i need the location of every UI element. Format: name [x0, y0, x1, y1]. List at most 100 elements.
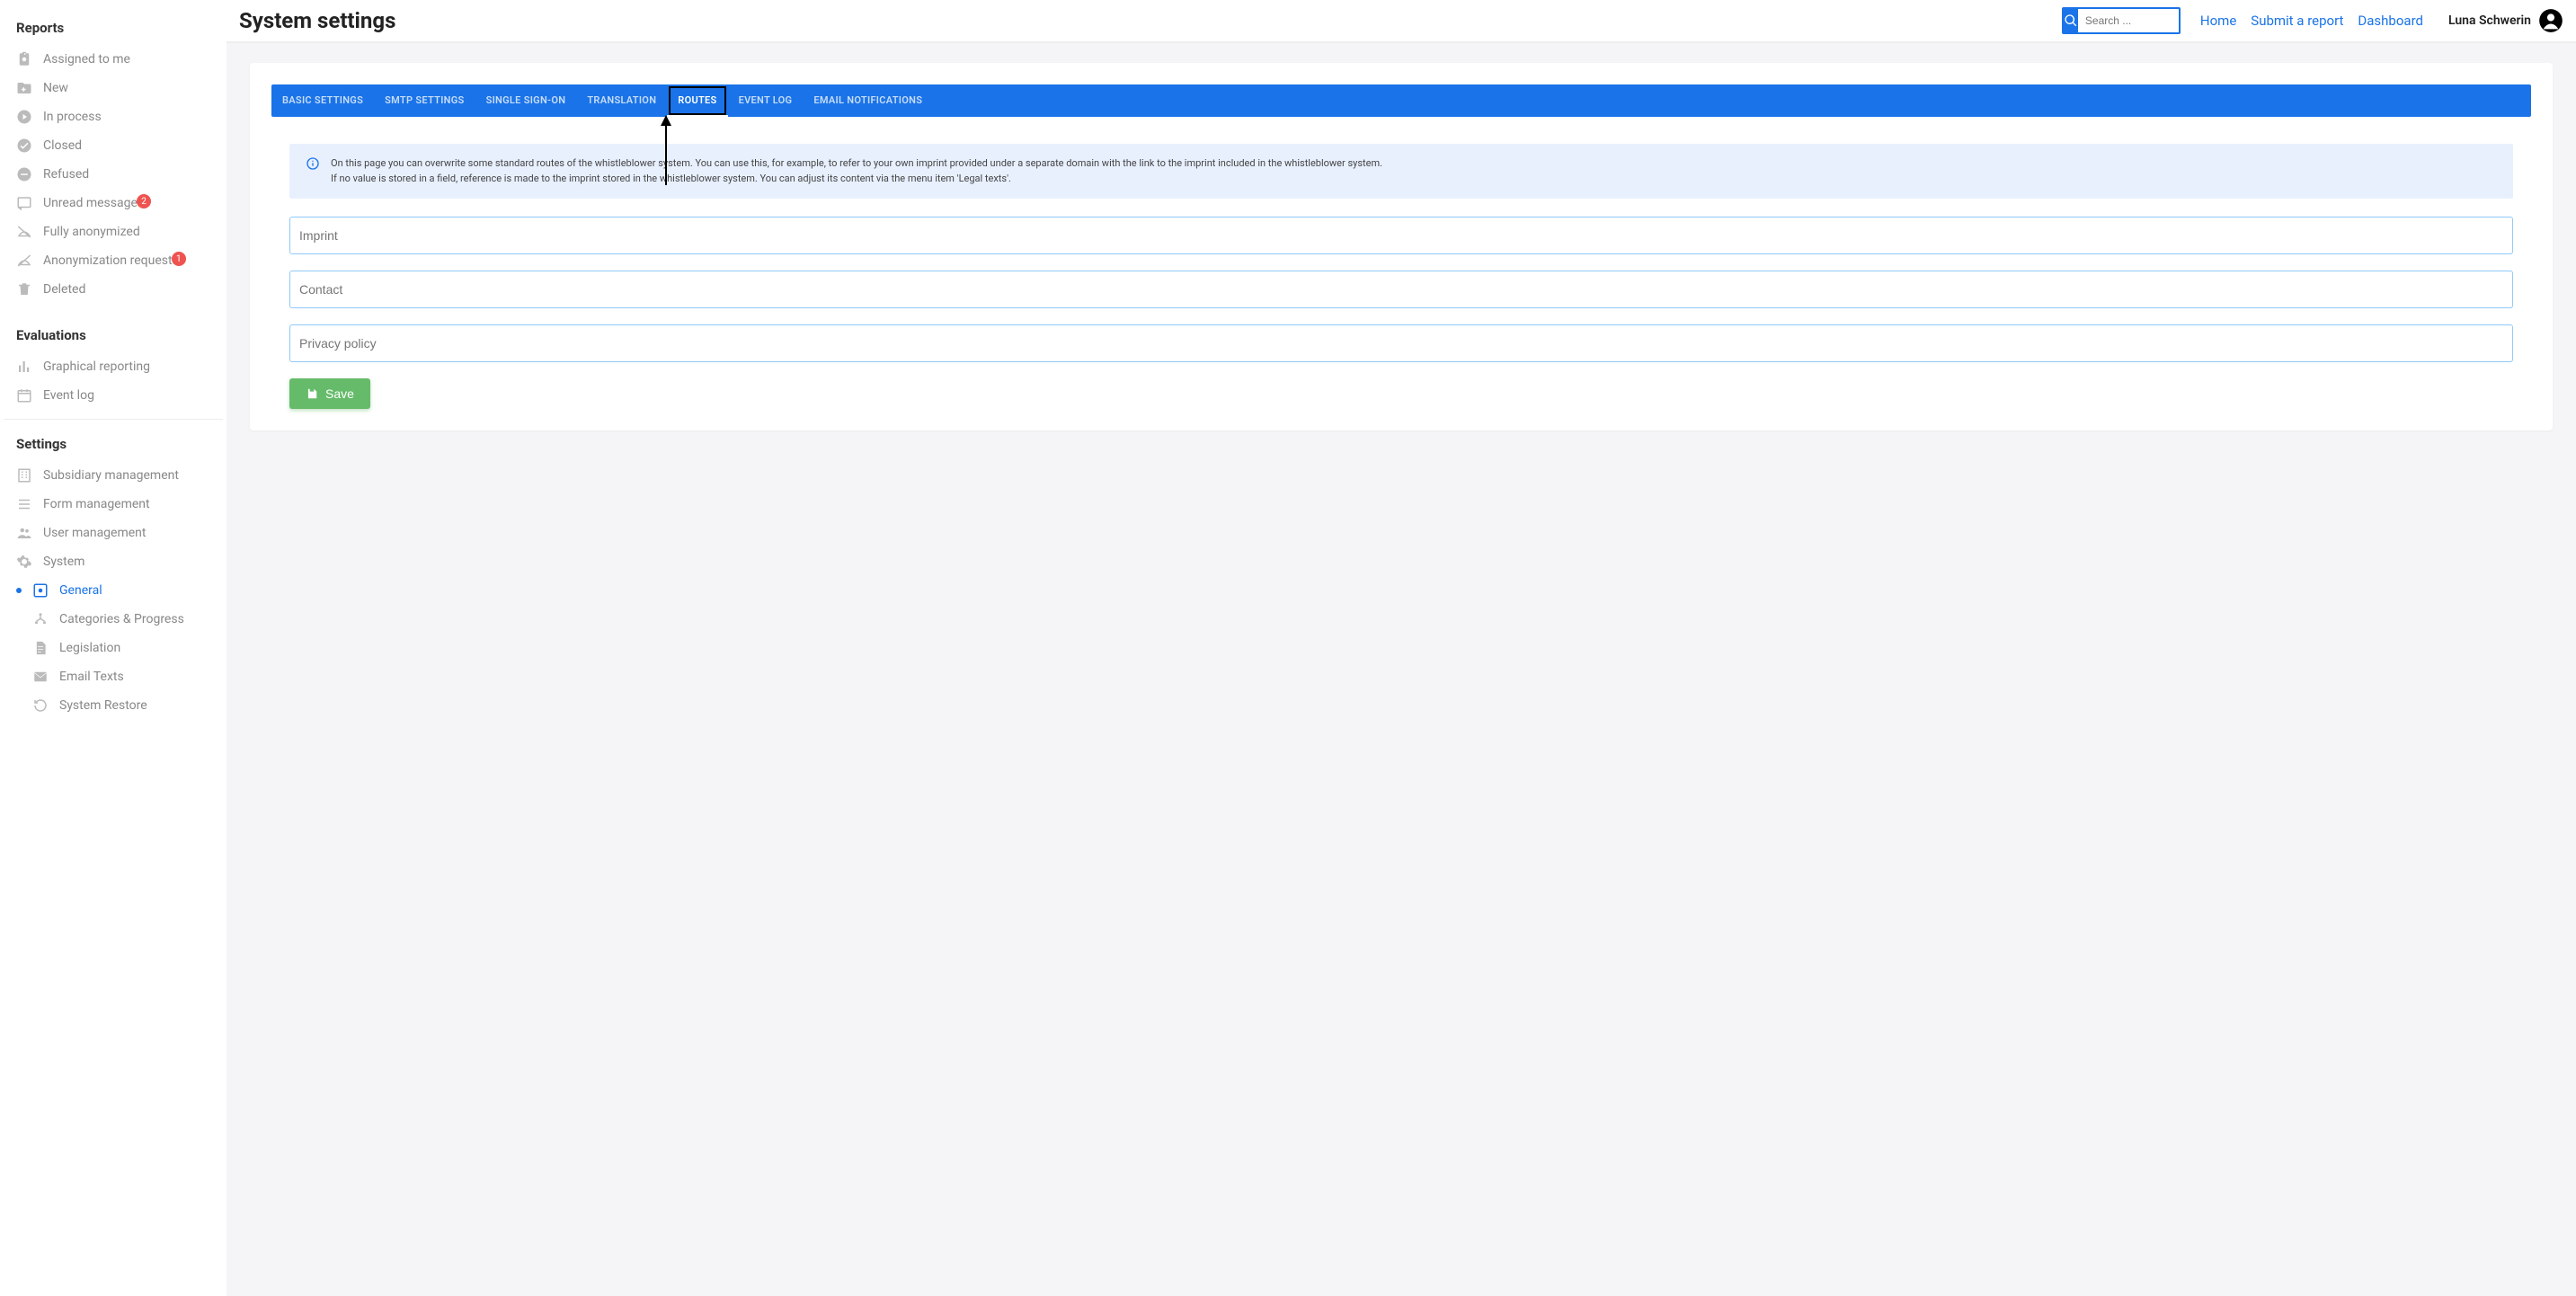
privacy-input[interactable]: [289, 324, 2513, 362]
sidebar-divider: [4, 419, 223, 420]
sidebar-item-label: Refused: [43, 167, 210, 182]
sidebar-item-label: Deleted: [43, 282, 210, 297]
page-title: System settings: [239, 8, 395, 33]
contact-input[interactable]: [289, 271, 2513, 308]
sidebar-item-label: System: [43, 555, 210, 569]
sidebar-item-general[interactable]: General: [0, 576, 227, 605]
tab-sso[interactable]: SINGLE SIGN-ON: [475, 84, 577, 117]
avatar-icon[interactable]: [2538, 8, 2563, 33]
sidebar-item-label: User management: [43, 526, 210, 540]
minus-circle-icon: [16, 166, 32, 182]
sidebar-item-deleted[interactable]: Deleted: [0, 275, 227, 304]
sidebar-item-categories[interactable]: Categories & Progress: [0, 605, 227, 634]
main: System settings Home Submit a report Das…: [227, 0, 2576, 1296]
sidebar-item-label: Graphical reporting: [43, 360, 210, 374]
sidebar-item-new[interactable]: New: [0, 74, 227, 102]
search-icon[interactable]: [2064, 9, 2078, 32]
message-icon: [16, 195, 32, 211]
sidebar-item-label: Categories & Progress: [59, 612, 210, 626]
sidebar-item-label: In process: [43, 110, 210, 124]
mail-icon: [32, 669, 49, 685]
sidebar-item-unread[interactable]: Unread messages 2: [0, 189, 227, 217]
link-submit-report[interactable]: Submit a report: [2251, 13, 2343, 29]
sidebar-item-system[interactable]: System: [0, 547, 227, 576]
users-icon: [16, 525, 32, 541]
sidebar-item-label: New: [43, 81, 210, 95]
tab-basic-settings[interactable]: BASIC SETTINGS: [271, 84, 374, 117]
sidebar-item-legislation[interactable]: Legislation: [0, 634, 227, 662]
info-line1: On this page you can overwrite some stan…: [331, 156, 1382, 172]
info-icon: [306, 156, 320, 171]
info-line2: If no value is stored in a field, refere…: [331, 172, 1382, 187]
sidebar-item-label: System Restore: [59, 698, 210, 713]
save-icon: [306, 387, 318, 400]
list-icon: [16, 496, 32, 512]
save-button[interactable]: Save: [289, 378, 370, 409]
tab-smtp-settings[interactable]: SMTP SETTINGS: [374, 84, 475, 117]
sidebar-item-subsidiary[interactable]: Subsidiary management: [0, 461, 227, 490]
sidebar-item-refused[interactable]: Refused: [0, 160, 227, 189]
sidebar-item-label: Legislation: [59, 641, 210, 655]
field-privacy: [289, 324, 2513, 362]
sidebar-item-label: Fully anonymized: [43, 225, 210, 239]
imprint-input[interactable]: [289, 217, 2513, 254]
chart-bar-icon: [16, 359, 32, 375]
tab-email-notifications[interactable]: EMAIL NOTIFICATIONS: [803, 84, 933, 117]
sidebar-item-label: Anonymization requests: [43, 253, 179, 268]
sidebar-heading-reports: Reports: [0, 13, 227, 45]
sidebar-item-user-mgmt[interactable]: User management: [0, 519, 227, 547]
sidebar-item-system-restore[interactable]: System Restore: [0, 691, 227, 720]
field-imprint: [289, 217, 2513, 254]
restore-icon: [32, 697, 49, 714]
sidebar-item-anon-requests[interactable]: Anonymization requests 1: [0, 246, 227, 275]
clipboard-icon: [16, 51, 32, 67]
badge-count: 1: [172, 252, 186, 266]
sidebar-item-label: Event log: [43, 388, 210, 403]
sidebar-item-assigned[interactable]: Assigned to me: [0, 45, 227, 74]
save-button-label: Save: [325, 386, 354, 401]
info-banner: On this page you can overwrite some stan…: [289, 144, 2513, 199]
calendar-icon: [16, 387, 32, 404]
building-icon: [16, 467, 32, 484]
sidebar-heading-settings: Settings: [0, 429, 227, 461]
sidebar-item-label: Assigned to me: [43, 52, 210, 67]
sidebar-heading-evaluations: Evaluations: [0, 320, 227, 352]
sidebar: Reports Assigned to me New In process Cl…: [0, 0, 227, 1296]
search-box[interactable]: [2062, 7, 2181, 34]
sidebar-item-graphical[interactable]: Graphical reporting: [0, 352, 227, 381]
bullet-icon: [16, 588, 22, 593]
check-circle-icon: [16, 138, 32, 154]
hierarchy-icon: [32, 611, 49, 627]
sidebar-item-label: Closed: [43, 138, 210, 153]
sidebar-item-label: Unread messages: [43, 196, 144, 210]
sidebar-item-event-log[interactable]: Event log: [0, 381, 227, 410]
sidebar-item-email-texts[interactable]: Email Texts: [0, 662, 227, 691]
topbar: System settings Home Submit a report Das…: [227, 0, 2576, 43]
document-icon: [32, 640, 49, 656]
sidebar-item-form[interactable]: Form management: [0, 490, 227, 519]
link-home[interactable]: Home: [2200, 13, 2236, 29]
tabs: BASIC SETTINGS SMTP SETTINGS SINGLE SIGN…: [271, 84, 2531, 117]
anonymize-icon: [16, 224, 32, 240]
link-dashboard[interactable]: Dashboard: [2358, 13, 2423, 29]
gear-icon: [16, 554, 32, 570]
trash-icon: [16, 281, 32, 297]
anonymize-request-icon: [16, 253, 32, 269]
tab-event-log[interactable]: EVENT LOG: [728, 84, 804, 117]
info-text: On this page you can overwrite some stan…: [331, 156, 1382, 186]
sidebar-item-in-process[interactable]: In process: [0, 102, 227, 131]
settings-card: BASIC SETTINGS SMTP SETTINGS SINGLE SIGN…: [250, 63, 2553, 431]
tab-translation[interactable]: TRANSLATION: [576, 84, 667, 117]
tab-routes[interactable]: ROUTES: [667, 84, 727, 117]
search-input[interactable]: [2078, 9, 2181, 32]
sidebar-item-label: Email Texts: [59, 670, 210, 684]
sidebar-item-closed[interactable]: Closed: [0, 131, 227, 160]
sidebar-item-fully-anon[interactable]: Fully anonymized: [0, 217, 227, 246]
sidebar-item-label: General: [59, 583, 210, 598]
field-contact: [289, 271, 2513, 308]
sidebar-item-label: Subsidiary management: [43, 468, 210, 483]
badge-count: 2: [137, 194, 151, 209]
settings-box-icon: [32, 582, 49, 599]
folder-plus-icon: [16, 80, 32, 96]
user-name: Luna Schwerin: [2448, 13, 2531, 28]
